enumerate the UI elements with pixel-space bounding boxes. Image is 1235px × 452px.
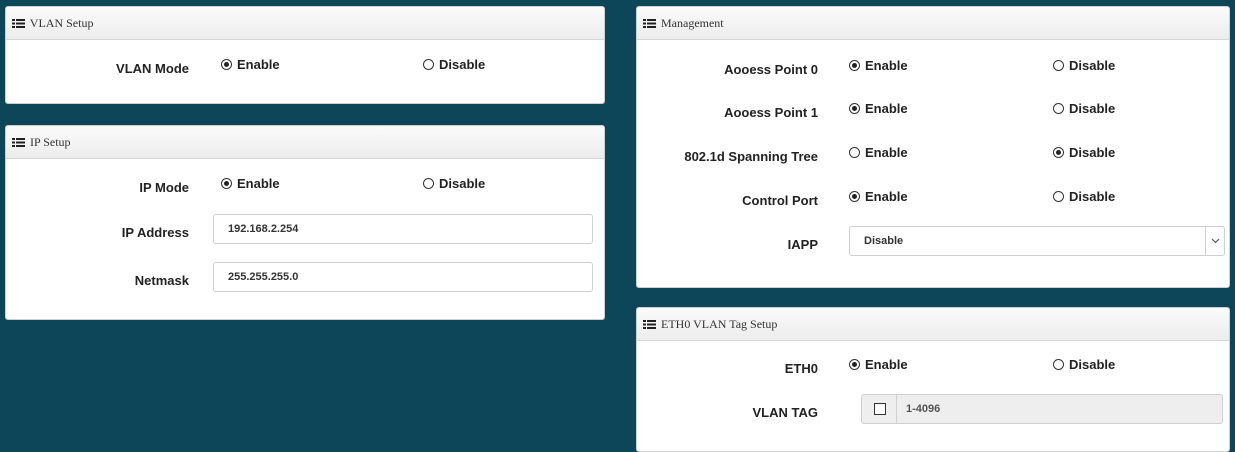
chevron-down-icon[interactable] xyxy=(1205,227,1224,255)
iapp-label: IAPP xyxy=(787,237,818,252)
eth0-disable-radio[interactable]: Disable xyxy=(1053,357,1115,372)
eth0-vlan-tag-header: ETH0 VLAN Tag Setup xyxy=(637,308,1229,341)
access-point-1-enable-radio[interactable]: Enable xyxy=(849,101,908,116)
list-icon xyxy=(12,19,25,28)
disable-label: Disable xyxy=(1069,58,1116,73)
access-point-0-label: Aooess Point 0 xyxy=(724,62,818,77)
vlan-setup-title: VLAN Setup xyxy=(29,16,94,30)
radio-unchecked-icon xyxy=(1053,359,1064,370)
spanning-tree-enable-radio[interactable]: Enable xyxy=(849,145,908,160)
vlan-tag-label: VLAN TAG xyxy=(752,405,818,420)
ip-mode-disable-label: Disable xyxy=(439,176,486,191)
radio-unchecked-icon xyxy=(423,178,434,189)
management-header: Management xyxy=(637,7,1229,40)
enable-label: Enable xyxy=(865,189,908,204)
radio-checked-icon xyxy=(221,178,232,189)
ip-mode-disable-radio[interactable]: Disable xyxy=(423,176,485,191)
radio-checked-icon xyxy=(849,103,860,114)
radio-checked-icon xyxy=(849,191,860,202)
disable-label: Disable xyxy=(1069,101,1116,116)
vlan-tag-input-group: 1-4096 xyxy=(861,394,1223,424)
radio-checked-icon xyxy=(849,60,860,71)
eth0-vlan-tag-title: ETH0 VLAN Tag Setup xyxy=(661,317,778,331)
vlan-setup-panel: VLAN Setup VLAN Mode Enable Disable xyxy=(5,6,605,104)
radio-checked-icon xyxy=(1053,147,1064,158)
spanning-tree-disable-radio[interactable]: Disable xyxy=(1053,145,1115,160)
ip-address-label: IP Address xyxy=(121,225,189,240)
iapp-select[interactable]: Disable xyxy=(849,226,1225,256)
ip-mode-enable-label: Enable xyxy=(237,176,280,191)
access-point-0-disable-radio[interactable]: Disable xyxy=(1053,58,1115,73)
enable-label: Enable xyxy=(865,58,908,73)
radio-unchecked-icon xyxy=(1053,103,1064,114)
radio-unchecked-icon xyxy=(1053,191,1064,202)
eth0-row: ETH0 Enable Disable xyxy=(637,353,1229,383)
vlan-mode-enable-label: Enable xyxy=(237,57,280,72)
vlan-mode-disable-radio[interactable]: Disable xyxy=(423,57,485,72)
spanning-tree-label: 802.1d Spanning Tree xyxy=(684,149,818,164)
access-point-0-enable-radio[interactable]: Enable xyxy=(849,58,908,73)
vlan-tag-checkbox[interactable] xyxy=(874,403,886,415)
ip-mode-label: IP Mode xyxy=(139,180,189,195)
ip-setup-title: IP Setup xyxy=(30,135,71,149)
control-port-row: Control Port Enable Disable xyxy=(637,185,1229,215)
control-port-disable-radio[interactable]: Disable xyxy=(1053,189,1115,204)
netmask-input[interactable]: 255.255.255.0 xyxy=(213,262,593,292)
spanning-tree-row: 802.1d Spanning Tree Enable Disable xyxy=(637,141,1229,171)
ip-mode-row: IP Mode Enable Disable xyxy=(6,172,604,202)
radio-unchecked-icon xyxy=(1053,60,1064,71)
radio-checked-icon xyxy=(221,59,232,70)
iapp-row: IAPP Disable xyxy=(637,226,1229,256)
eth0-label: ETH0 xyxy=(784,361,818,376)
access-point-1-disable-radio[interactable]: Disable xyxy=(1053,101,1115,116)
radio-unchecked-icon xyxy=(849,147,860,158)
vlan-mode-disable-label: Disable xyxy=(439,57,486,72)
access-point-1-row: Aooess Point 1 Enable Disable xyxy=(637,97,1229,127)
ip-address-row: IP Address 192.168.2.254 xyxy=(6,214,604,244)
vlan-mode-enable-radio[interactable]: Enable xyxy=(221,57,280,72)
ip-setup-panel: IP Setup IP Mode Enable Disable IP Addre… xyxy=(5,125,605,320)
vlan-mode-row: VLAN Mode Enable Disable xyxy=(6,53,604,83)
vlan-setup-header: VLAN Setup xyxy=(6,7,604,40)
eth0-vlan-tag-panel: ETH0 VLAN Tag Setup ETH0 Enable Disable … xyxy=(636,307,1230,452)
list-icon xyxy=(643,19,656,28)
radio-unchecked-icon xyxy=(423,59,434,70)
ip-address-input[interactable]: 192.168.2.254 xyxy=(213,214,593,244)
management-title: Management xyxy=(661,16,724,30)
management-panel: Management Aooess Point 0 Enable Disable… xyxy=(636,6,1230,288)
access-point-0-row: Aooess Point 0 Enable Disable xyxy=(637,54,1229,84)
eth0-enable-label: Enable xyxy=(865,357,908,372)
disable-label: Disable xyxy=(1069,145,1116,160)
netmask-label: Netmask xyxy=(134,273,189,288)
enable-label: Enable xyxy=(865,101,908,116)
radio-checked-icon xyxy=(849,359,860,370)
list-icon xyxy=(643,320,656,329)
control-port-label: Control Port xyxy=(742,193,818,208)
ip-setup-header: IP Setup xyxy=(6,126,604,159)
list-icon xyxy=(12,138,25,147)
access-point-1-label: Aooess Point 1 xyxy=(724,105,818,120)
iapp-selected-value: Disable xyxy=(864,235,904,247)
vlan-mode-label: VLAN Mode xyxy=(116,61,189,76)
netmask-row: Netmask 255.255.255.0 xyxy=(6,262,604,292)
vlan-tag-input[interactable]: 1-4096 xyxy=(906,395,940,423)
ip-mode-enable-radio[interactable]: Enable xyxy=(221,176,280,191)
disable-label: Disable xyxy=(1069,189,1116,204)
control-port-enable-radio[interactable]: Enable xyxy=(849,189,908,204)
vlan-tag-row: VLAN TAG 1-4096 xyxy=(637,394,1229,424)
vlan-tag-separator xyxy=(896,395,897,423)
eth0-enable-radio[interactable]: Enable xyxy=(849,357,908,372)
enable-label: Enable xyxy=(865,145,908,160)
eth0-disable-label: Disable xyxy=(1069,357,1116,372)
